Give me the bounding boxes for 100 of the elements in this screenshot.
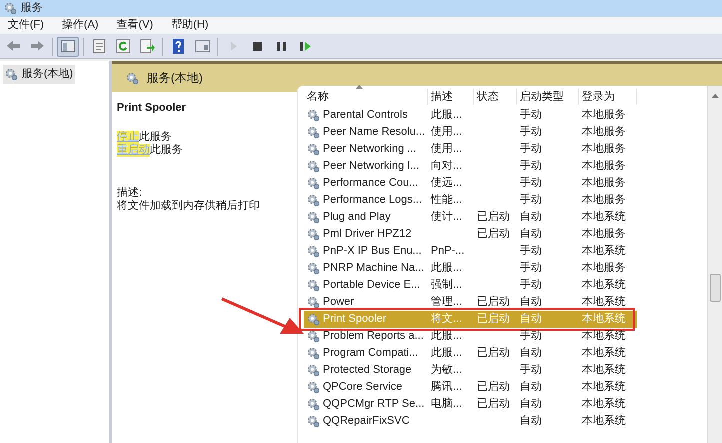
table-cell-text: 本地服务 [582,142,626,158]
table-row[interactable]: Parental Controls 此服... 手动 本地服务 [304,107,637,124]
table-cell-text: PnP-X IP Bus Enu... [323,244,422,260]
menu-item[interactable]: 文件(F) [8,17,44,34]
table-cell-text: 自动 [520,346,542,362]
table-cell-text: 已启动 [477,312,510,328]
table-cell-text: 将文... [431,312,462,328]
gear-icon [307,126,320,139]
table-row[interactable]: Portable Device E... 强制... 手动 本地系统 [304,277,637,294]
gear-icon [307,330,320,343]
table-cell-text: 手动 [520,329,542,344]
column-header[interactable]: 登录为 [579,88,637,105]
table-cell-text: Performance Logs... [323,193,422,208]
table-row[interactable]: PNRP Machine Na... 此服... 手动 本地服务 [304,260,637,277]
column-header[interactable]: 状态 [474,88,517,105]
service-gear-icon [4,2,17,15]
table-cell-text: 手动 [520,176,542,192]
table-cell-text: 已启动 [477,396,510,412]
table-cell-text: Power [323,295,354,310]
table-row[interactable]: Program Compati... 此服... 已启动 自动 本地系统 [304,345,637,362]
table-cell-text: 本地系统 [582,244,626,260]
table-cell-text: PnP-... [431,244,465,260]
table-row[interactable]: Problem Reports a... 此服... 手动 本地系统 [304,328,637,345]
table-cell-text: Problem Reports a... [323,329,424,344]
window-title: 服务 [21,1,43,16]
gear-icon [307,296,320,309]
table-row[interactable]: Pml Driver HPZ12 已启动 自动 本地服务 [304,226,637,243]
table-cell-text: 本地系统 [582,210,626,226]
table-row[interactable]: Peer Name Resolu... 使用... 手动 本地服务 [304,124,637,141]
column-header[interactable]: 启动类型 [517,88,579,105]
table-cell-text: QQRepairFixSVC [323,414,410,430]
table-cell-text: 本地系统 [582,396,626,412]
table-row[interactable]: Performance Logs... 性能... 手动 本地服务 [304,192,637,209]
table-row[interactable]: Power 管理... 已启动 自动 本地系统 [304,294,637,311]
gear-icon [5,68,18,81]
panel-header: 服务(本地) [147,70,203,87]
tree-item[interactable]: 服务(本地) [3,65,76,84]
table-cell-text: 本地系统 [582,278,626,294]
table-cell-text: 自动 [520,227,542,242]
table-cell-text: 本地服务 [582,193,626,208]
table-row[interactable]: Peer Networking I... 向对... 手动 本地服务 [304,158,637,175]
action-text: 此服务 [150,144,183,156]
table-cell-text: 此服... [431,329,462,344]
table-cell-text: 此服... [431,261,462,276]
table-cell-text: 自动 [520,295,542,310]
table-cell-text: 自动 [520,210,542,226]
scrollbar-thumb[interactable] [710,274,720,302]
table-row[interactable]: QQRepairFixSVC 自动 本地系统 [304,413,637,430]
gear-icon [307,160,320,173]
table-row[interactable]: PnP-X IP Bus Enu... PnP-... 手动 本地系统 [304,243,637,260]
menu-item[interactable]: 操作(A) [62,17,99,34]
table-cell-text: 自动 [520,312,542,328]
gear-icon [307,245,320,258]
table-row[interactable]: Peer Networking ... 使用... 手动 本地服务 [304,141,637,158]
table-cell-text: 本地系统 [582,346,626,362]
table-cell-text: 手动 [520,108,542,124]
gear-icon [307,279,320,292]
gear-icon [307,211,320,224]
column-header[interactable]: 名称 [304,88,428,105]
table-cell-text: 自动 [520,397,542,412]
table-cell-text: 本地服务 [582,159,626,174]
table-row[interactable]: QPCore Service 腾讯... 已启动 自动 本地系统 [304,379,637,396]
scrollbar[interactable] [707,86,722,443]
table-row[interactable]: Protected Storage 为敏... 手动 本地系统 [304,362,637,379]
table-cell-text: 手动 [520,125,542,140]
table-row[interactable]: Performance Cou... 使远... 手动 本地服务 [304,175,637,192]
table-cell-text: 已启动 [477,294,510,310]
table-cell-text: 本地服务 [582,261,626,276]
table-row[interactable]: QQPCMgr RTP Se... 电脑... 已启动 自动 本地系统 [304,396,637,413]
table-cell-text: 手动 [520,142,542,158]
table-cell-text: Plug and Play [323,210,391,226]
table-cell-text: 手动 [520,261,542,276]
gear-icon [307,313,320,326]
gear-icon [126,72,139,84]
scroll-up-icon[interactable] [712,94,718,98]
table-cell-text: 使用... [431,142,462,158]
table-cell-text: Peer Name Resolu... [323,125,426,140]
table-cell-text: 手动 [520,278,542,294]
table-cell-text: 本地系统 [582,294,626,310]
table-cell-text: 此服... [431,346,462,362]
service-name: Print Spooler [117,101,188,116]
table-cell-text: 本地系统 [582,414,626,430]
table-cell-text: 本地系统 [582,328,626,344]
table-cell-text: 本地系统 [582,380,626,396]
table-cell-text: Peer Networking ... [323,142,417,158]
gear-icon [307,364,320,377]
table-cell-text: 腾讯... [431,380,462,396]
table-row[interactable]: Plug and Play 使计... 已启动 自动 本地系统 [304,209,637,226]
column-header[interactable]: 描述 [428,88,474,105]
gear-icon [307,143,320,156]
menu-item[interactable]: 查看(V) [116,17,154,34]
menu-item[interactable]: 帮助(H) [171,17,209,34]
table-cell-text: 已启动 [477,380,510,396]
panel-view-icon[interactable] [57,36,79,56]
table-cell-text: Performance Cou... [323,176,418,192]
action-text: 此服务 [139,130,172,144]
table-cell-text: 本地服务 [582,108,626,124]
table-cell-text: 本地服务 [582,176,626,192]
table-cell-text: 强制... [431,278,462,294]
table-cell-text: PNRP Machine Na... [323,261,424,276]
